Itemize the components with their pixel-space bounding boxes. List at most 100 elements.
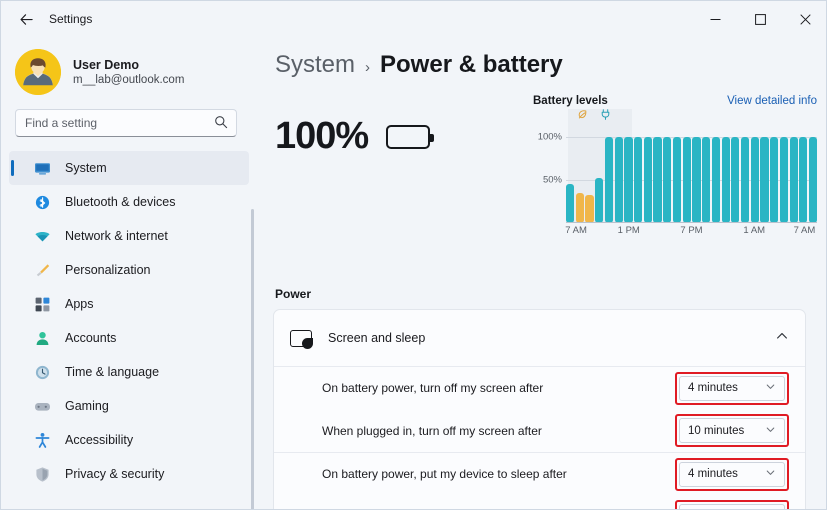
account-block[interactable]: User Demo m__lab@outlook.com	[15, 49, 259, 95]
chart-bar	[760, 137, 768, 223]
screen-and-sleep-title: Screen and sleep	[328, 331, 425, 345]
window-title: Settings	[49, 12, 92, 26]
sidebar-item-label: Privacy & security	[65, 467, 164, 481]
sidebar-item-label: Personalization	[65, 263, 150, 277]
sidebar-item-accessibility[interactable]: Accessibility	[9, 423, 249, 457]
main-content: System › Power & battery 100% Battery le…	[259, 37, 827, 510]
chart-bar	[809, 137, 817, 223]
sidebar-item-apps[interactable]: Apps	[9, 287, 249, 321]
chart-bars	[566, 137, 817, 223]
chart-bar	[741, 137, 749, 223]
gamepad-icon	[33, 397, 51, 415]
chart-bar	[683, 137, 691, 223]
chart-bar	[595, 178, 603, 223]
search-box[interactable]	[15, 109, 237, 137]
setting-label: When plugged in, turn off my screen afte…	[322, 424, 542, 438]
sidebar-item-label: System	[65, 161, 107, 175]
setting-row: When plugged in, put my device to sleep …	[274, 495, 805, 510]
chart-bar	[722, 137, 730, 223]
bluetooth-icon	[33, 193, 51, 211]
sidebar-item-time-language[interactable]: Time & language	[9, 355, 249, 389]
person-icon	[33, 329, 51, 347]
dropdown-value: 10 minutes	[688, 425, 744, 437]
sidebar-item-network-internet[interactable]: Network & internet	[9, 219, 249, 253]
power-section-heading: Power	[275, 287, 311, 301]
timeout-dropdown[interactable]: 4 minutes	[679, 462, 785, 487]
chevron-down-icon	[765, 465, 776, 483]
chart-bar	[731, 137, 739, 223]
setting-row: On battery power, put my device to sleep…	[274, 452, 805, 495]
search-input[interactable]	[16, 116, 198, 130]
dropdown-value: 4 minutes	[688, 468, 738, 480]
chevron-down-icon	[765, 379, 776, 397]
close-icon	[800, 14, 811, 25]
chart-bar	[799, 137, 807, 223]
chart-bar	[702, 137, 710, 223]
chart-bar	[624, 137, 632, 223]
sidebar-item-label: Accounts	[65, 331, 116, 345]
maximize-button[interactable]	[738, 1, 783, 37]
chart-bar	[663, 137, 671, 223]
sidebar-item-accounts[interactable]: Accounts	[9, 321, 249, 355]
account-text: User Demo m__lab@outlook.com	[73, 58, 184, 86]
sidebar-item-label: Gaming	[65, 399, 109, 413]
sidebar-item-personalization[interactable]: Personalization	[9, 253, 249, 287]
chart-bar	[712, 137, 720, 223]
sidebar-item-label: Accessibility	[65, 433, 133, 447]
search-icon	[214, 115, 228, 134]
setting-label: On battery power, turn off my screen aft…	[322, 381, 543, 395]
highlight-annotation: 10 minutes	[675, 500, 789, 510]
sidebar: User Demo m__lab@outlook.com	[1, 37, 259, 510]
back-button[interactable]	[9, 4, 43, 34]
account-name: User Demo	[73, 58, 184, 72]
chevron-down-icon	[765, 422, 776, 440]
battery-full-icon	[386, 125, 430, 149]
sidebar-scrollbar[interactable]	[251, 209, 254, 510]
chart-bar	[615, 137, 623, 223]
timeout-dropdown[interactable]: 10 minutes	[679, 418, 785, 443]
screen-and-sleep-card: Screen and sleep On battery power, turn …	[273, 309, 806, 510]
chevron-up-icon[interactable]	[775, 329, 789, 348]
highlight-annotation: 10 minutes	[675, 414, 789, 447]
chart-bar	[751, 137, 759, 223]
monitor-icon	[33, 159, 51, 177]
view-detailed-info-link[interactable]: View detailed info	[727, 95, 817, 107]
breadcrumb-parent-link[interactable]: System	[275, 51, 355, 79]
setting-label: On battery power, put my device to sleep…	[322, 467, 567, 481]
chart-header: Battery levels View detailed info	[533, 93, 817, 109]
chart-x-tick-label: 1 AM	[743, 225, 765, 236]
sidebar-item-label: Time & language	[65, 365, 159, 379]
chart-bar	[692, 137, 700, 223]
timeout-dropdown[interactable]: 10 minutes	[679, 504, 785, 510]
chart-title: Battery levels	[533, 95, 608, 107]
chart-bar	[566, 184, 574, 223]
setting-row: When plugged in, turn off my screen afte…	[274, 409, 805, 452]
minimize-button[interactable]	[693, 1, 738, 37]
chart-bar	[653, 137, 661, 223]
shield-icon	[33, 465, 51, 483]
timeout-dropdown[interactable]: 4 minutes	[679, 376, 785, 401]
paintbrush-icon	[33, 261, 51, 279]
highlight-annotation: 4 minutes	[675, 372, 789, 405]
breadcrumb: System › Power & battery	[275, 51, 827, 79]
sidebar-item-label: Apps	[65, 297, 94, 311]
sidebar-item-gaming[interactable]: Gaming	[9, 389, 249, 423]
window-controls	[693, 1, 827, 37]
chart-ytick-50: 50%	[543, 175, 562, 186]
close-button[interactable]	[783, 1, 827, 37]
chart-ytick-100: 100%	[538, 132, 562, 143]
chart-x-tick-label: 1 PM	[618, 225, 640, 236]
chart-x-tick-label: 7 PM	[680, 225, 702, 236]
settings-window: Settings	[0, 0, 827, 510]
battery-levels-chart: 100% 50% 7 AM1 PM7 PM1 AM7 AM	[533, 123, 817, 223]
sidebar-item-privacy-security[interactable]: Privacy & security	[9, 457, 249, 491]
maximize-icon	[755, 14, 766, 25]
apps-grid-icon	[33, 295, 51, 313]
avatar	[15, 49, 61, 95]
accessibility-person-icon	[33, 431, 51, 449]
page-title: Power & battery	[380, 51, 563, 79]
sidebar-item-system[interactable]: System	[9, 151, 249, 185]
screen-and-sleep-header[interactable]: Screen and sleep	[274, 310, 805, 366]
sidebar-item-bluetooth-devices[interactable]: Bluetooth & devices	[9, 185, 249, 219]
dropdown-value: 4 minutes	[688, 382, 738, 394]
